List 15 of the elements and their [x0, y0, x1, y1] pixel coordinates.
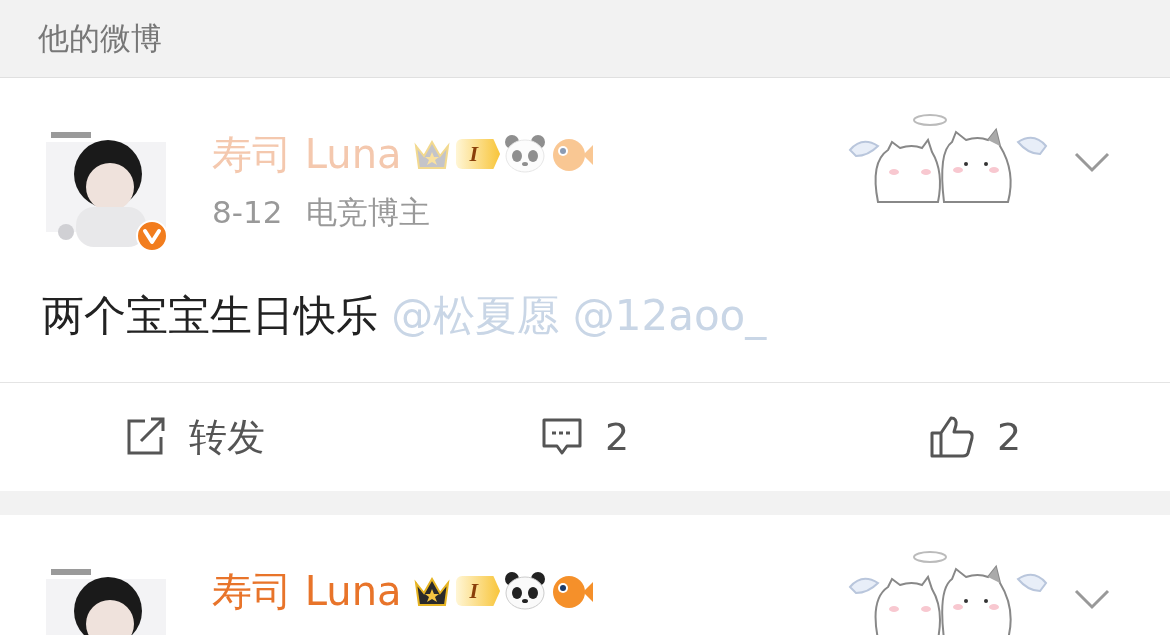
post-date: 8-12	[212, 193, 283, 232]
comment-button[interactable]: 2	[390, 397, 780, 477]
level-badge: I	[455, 576, 501, 606]
thumbs-up-icon	[928, 415, 975, 459]
author-tag: 电竞博主	[306, 192, 431, 232]
verified-icon	[136, 220, 168, 252]
level-badge: I	[455, 139, 501, 169]
like-button[interactable]: 2	[780, 397, 1170, 477]
repost-button[interactable]: 转发	[0, 397, 390, 477]
panda-icon	[504, 134, 547, 174]
chevron-down-icon[interactable]	[1074, 151, 1110, 173]
share-icon	[125, 417, 167, 457]
chevron-down-icon[interactable]	[1074, 588, 1110, 610]
panda-icon	[504, 571, 547, 611]
section-title: 他的微博	[38, 19, 162, 59]
